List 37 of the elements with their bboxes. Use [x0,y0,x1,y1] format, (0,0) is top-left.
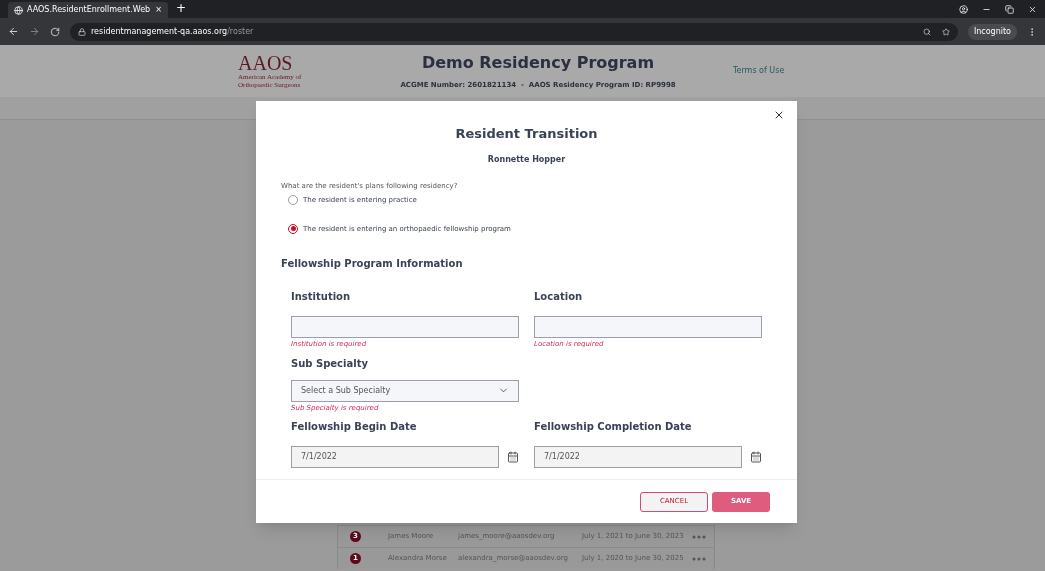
section-heading: Fellowship Program Information [281,257,464,271]
close-icon[interactable] [773,109,785,121]
text-field[interactable] [291,316,519,338]
lock-icon [78,27,86,36]
resident-name: Ronnette Hopper [486,153,567,166]
program-title: Demo Residency Program [421,52,655,75]
text-field[interactable] [534,316,762,338]
forward-icon[interactable] [29,26,40,37]
back-icon[interactable] [8,26,19,37]
logo-text: AAOS [238,53,293,73]
tab-title: AAOS.ResidentEnrollment.Web [27,4,152,16]
url-text: residentmanagement-qa.aaos.org/roster [91,25,254,38]
calendar-icon[interactable] [750,451,762,463]
dialog-title: Resident Transition [454,125,599,143]
restore-icon[interactable] [1005,4,1014,14]
reload-icon[interactable] [50,26,60,37]
address-bar[interactable]: residentmanagement-qa.aaos.org/roster [70,22,958,41]
more-icon[interactable] [692,534,706,539]
field-label: Institution [291,290,352,304]
more-icon[interactable] [692,556,706,561]
date-field[interactable]: 7/1/2022 [291,446,499,468]
incognito-badge[interactable]: Incognito [967,23,1017,40]
close-icon[interactable] [1028,4,1037,14]
field-label: Fellowship Completion Date [534,420,693,434]
sub-specialty-select[interactable]: Select a Sub Specialty [291,379,519,402]
field-label: Sub Specialty [291,356,369,371]
profile-icon[interactable] [959,4,968,14]
browser-tab[interactable]: AAOS.ResidentEnrollment.Web × [8,2,168,18]
field-label: Location [534,290,584,304]
globe-icon [14,5,23,15]
new-tab-button[interactable]: + [176,0,187,17]
star-icon[interactable] [941,27,950,36]
search-icon[interactable] [922,27,931,36]
field-label: Fellowship Begin Date [291,420,418,434]
calendar-icon[interactable] [507,451,519,463]
date-field[interactable]: 7/1/2022 [534,446,742,468]
tab-close[interactable]: × [155,4,162,16]
